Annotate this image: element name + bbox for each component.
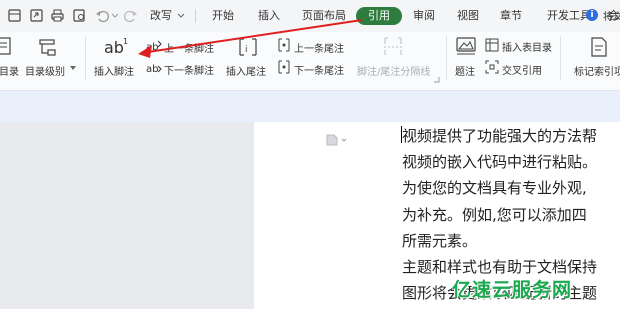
annotation-arrow [138, 19, 363, 58]
